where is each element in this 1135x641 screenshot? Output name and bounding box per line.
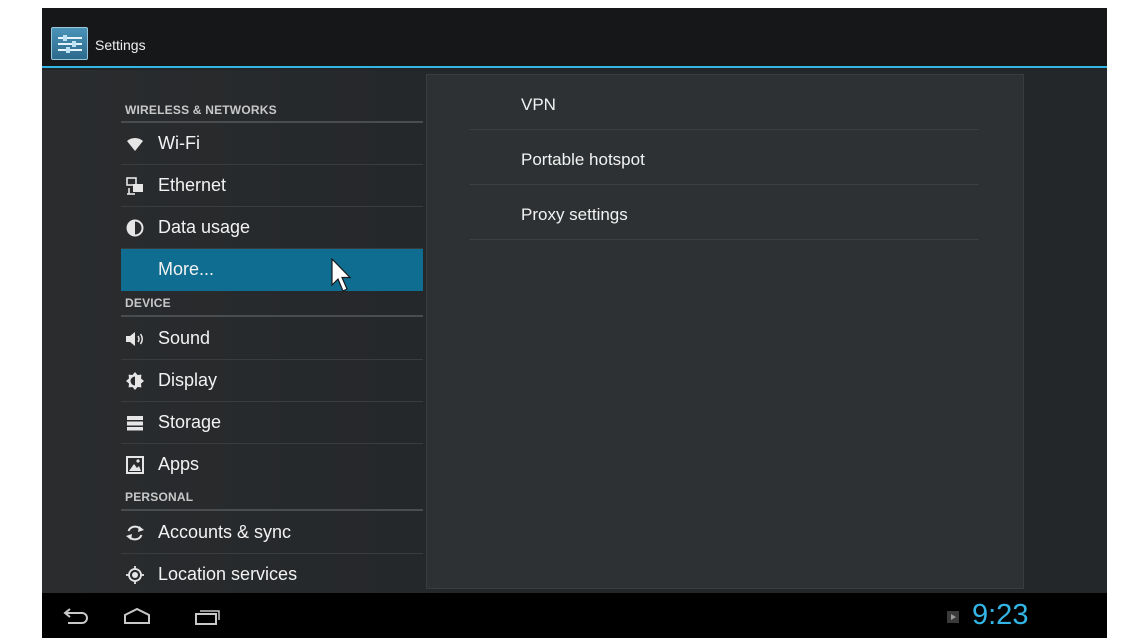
category-location-services[interactable]: Location services xyxy=(121,554,423,596)
location-icon xyxy=(125,565,145,585)
section-divider xyxy=(121,509,423,511)
category-label: Location services xyxy=(158,564,298,584)
category-label: Ethernet xyxy=(158,175,227,195)
category-more[interactable]: More... xyxy=(121,249,423,291)
category-accounts-sync[interactable]: Accounts & sync xyxy=(121,512,423,554)
category-sound[interactable]: Sound xyxy=(121,318,423,360)
category-label: Display xyxy=(158,370,218,390)
mouse-cursor-icon xyxy=(331,258,352,292)
settings-content: WIRELESS & NETWORKS Wi-Fi Ethernet Data … xyxy=(42,70,1107,593)
category-display[interactable]: Display xyxy=(121,360,423,402)
back-icon[interactable] xyxy=(62,606,90,626)
home-icon[interactable] xyxy=(122,606,152,626)
wifi-icon xyxy=(125,134,145,154)
category-ethernet[interactable]: Ethernet xyxy=(121,165,423,207)
setting-portable-hotspot[interactable]: Portable hotspot xyxy=(469,130,979,185)
category-data-usage[interactable]: Data usage xyxy=(121,207,423,249)
category-apps[interactable]: Apps xyxy=(121,444,423,486)
sound-icon xyxy=(125,329,145,349)
android-screen: Settings WIRELESS & NETWORKS Wi-Fi Ether… xyxy=(42,8,1107,638)
section-divider xyxy=(121,315,423,317)
category-label: Accounts & sync xyxy=(158,522,292,542)
section-header-personal: PERSONAL xyxy=(125,490,194,504)
data-usage-icon xyxy=(125,218,145,238)
category-label: Data usage xyxy=(158,217,251,237)
app-title: Settings xyxy=(95,37,146,53)
media-notification-icon[interactable] xyxy=(947,611,959,623)
ethernet-icon xyxy=(125,176,145,196)
status-clock: 9:23 xyxy=(972,599,1029,631)
category-wifi[interactable]: Wi-Fi xyxy=(121,123,423,165)
setting-label: VPN xyxy=(521,95,556,114)
setting-vpn[interactable]: VPN xyxy=(469,75,979,130)
setting-proxy-settings[interactable]: Proxy settings xyxy=(469,185,979,240)
recent-apps-icon[interactable] xyxy=(192,606,222,626)
category-label: Sound xyxy=(158,328,211,348)
category-label: Apps xyxy=(158,454,200,474)
apps-icon xyxy=(125,455,145,475)
category-storage[interactable]: Storage xyxy=(121,402,423,444)
more-settings-panel: VPN Portable hotspot Proxy settings xyxy=(426,74,1024,589)
category-label: Storage xyxy=(158,412,222,432)
section-header-device: DEVICE xyxy=(125,296,171,310)
sync-icon xyxy=(125,523,145,543)
setting-label: Portable hotspot xyxy=(521,150,645,169)
display-icon xyxy=(125,371,145,391)
section-header-wireless: WIRELESS & NETWORKS xyxy=(125,103,277,117)
storage-icon xyxy=(125,413,145,433)
settings-app-icon[interactable] xyxy=(51,27,88,60)
category-label: Wi-Fi xyxy=(158,133,200,153)
action-bar: Settings xyxy=(42,8,1107,68)
system-navigation-bar: 9:23 xyxy=(42,593,1107,638)
setting-label: Proxy settings xyxy=(521,205,628,224)
category-label: More... xyxy=(158,259,215,279)
settings-categories: WIRELESS & NETWORKS Wi-Fi Ethernet Data … xyxy=(121,70,423,593)
